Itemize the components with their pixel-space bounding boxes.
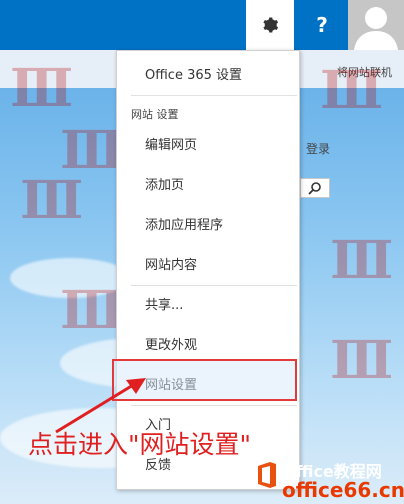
site-logo: Office教程网 office66.cn (256, 450, 404, 504)
watermark-glyph: Ⅲ (330, 330, 394, 391)
menu-item-label: 共享... (145, 297, 184, 313)
watermark-glyph: Ⅲ (20, 170, 84, 231)
watermark-glyph: Ⅲ (330, 230, 394, 291)
menu-item-edit-page[interactable]: 编辑网页 (117, 123, 299, 163)
suite-bar: ? (0, 0, 404, 50)
menu-item-label: Office 365 设置 (145, 67, 243, 83)
watermark-glyph: Ⅲ (320, 60, 384, 121)
menu-item-label: 添加应用程序 (145, 217, 224, 233)
menu-separator (131, 95, 297, 96)
watermark-glyph: Ⅲ (60, 280, 124, 341)
user-avatar[interactable] (348, 0, 404, 50)
office-logo-icon (258, 462, 276, 488)
menu-item-label: 添加页 (145, 177, 185, 193)
help-button[interactable]: ? (300, 0, 344, 50)
logo-line-2: office66.cn (282, 478, 404, 502)
annotation-text: 点击进入"网站设置" (28, 430, 251, 459)
menu-item-add-page[interactable]: 添加页 (117, 163, 299, 203)
watermark-glyph: Ⅲ (10, 58, 74, 119)
search-button[interactable] (300, 178, 330, 198)
gear-icon (263, 17, 279, 33)
help-label: ? (316, 13, 328, 37)
menu-item-add-app[interactable]: 添加应用程序 (117, 203, 299, 243)
menu-item-change-look[interactable]: 更改外观 (117, 323, 299, 363)
menu-item-label: 编辑网页 (145, 137, 198, 153)
screenshot-frame: ? 将网站联机 Ⅲ Ⅲ Ⅲ Ⅲ Ⅲ Ⅲ Ⅲ 登录 Office 365 设置 网… (0, 0, 404, 504)
menu-item-label: 更改外观 (145, 337, 198, 353)
menu-item-office365-settings[interactable]: Office 365 设置 (117, 53, 299, 93)
login-link[interactable]: 登录 (306, 140, 330, 157)
menu-item-label: 网站内容 (145, 257, 198, 273)
menu-item-share[interactable]: 共享... (117, 283, 299, 323)
menu-item-site-contents[interactable]: 网站内容 (117, 243, 299, 283)
user-avatar-icon (354, 7, 398, 50)
search-icon (308, 182, 321, 195)
settings-gear-button[interactable] (246, 0, 294, 50)
menu-section-header: 网站 设置 (131, 108, 179, 121)
